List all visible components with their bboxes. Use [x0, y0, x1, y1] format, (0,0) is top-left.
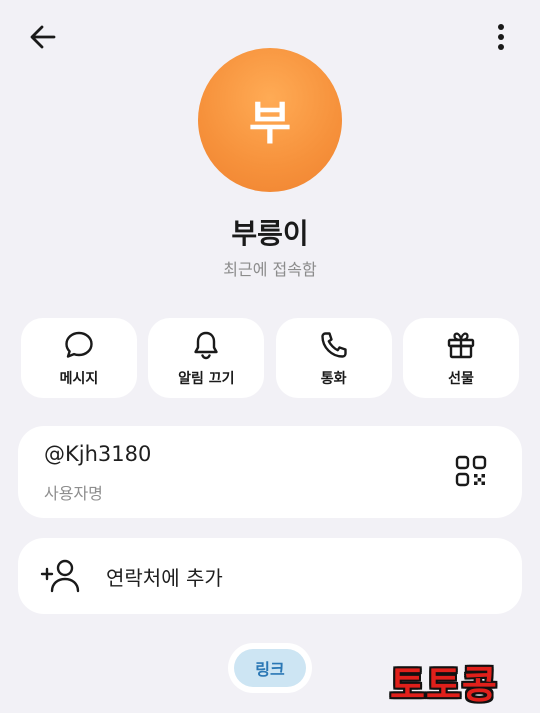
add-contact-row[interactable]: 연락처에 추가 [18, 538, 522, 614]
mute-button[interactable]: 알림 끄기 [148, 318, 265, 398]
username-label: 사용자명 [44, 484, 103, 503]
avatar[interactable]: 부 [198, 48, 342, 192]
chat-bubble-icon [62, 328, 96, 362]
action-buttons: 메시지 알림 끄기 통화 선물 [21, 318, 519, 398]
gift-label: 선물 [448, 371, 474, 387]
add-contact-icon [40, 559, 80, 593]
avatar-initial: 부 [248, 96, 292, 150]
message-button[interactable]: 메시지 [21, 318, 137, 398]
watermark-text: 토토콩 [390, 663, 498, 707]
gift-icon [444, 328, 478, 362]
link-chip[interactable]: 링크 [228, 643, 312, 693]
bell-icon [189, 328, 223, 362]
call-label: 통화 [320, 371, 347, 387]
profile-status: 최근에 접속함 [223, 260, 317, 279]
username-card[interactable]: @Kjh3180 사용자명 [18, 426, 522, 518]
more-options-button[interactable] [490, 20, 512, 54]
qr-code-icon [455, 455, 487, 487]
qr-code-button[interactable] [454, 454, 488, 488]
phone-icon [317, 328, 351, 362]
gift-button[interactable]: 선물 [402, 318, 519, 398]
link-chip-label: 링크 [234, 649, 306, 687]
more-vertical-icon [498, 24, 504, 50]
add-contact-label: 연락처에 추가 [106, 566, 223, 590]
back-button[interactable] [26, 20, 60, 54]
message-label: 메시지 [59, 371, 99, 387]
profile-name: 부릉이 [231, 217, 309, 250]
arrow-left-icon [30, 25, 56, 49]
call-button[interactable]: 통화 [275, 318, 392, 398]
username-value: @Kjh3180 [44, 442, 152, 466]
mute-label: 알림 끄기 [178, 371, 235, 387]
